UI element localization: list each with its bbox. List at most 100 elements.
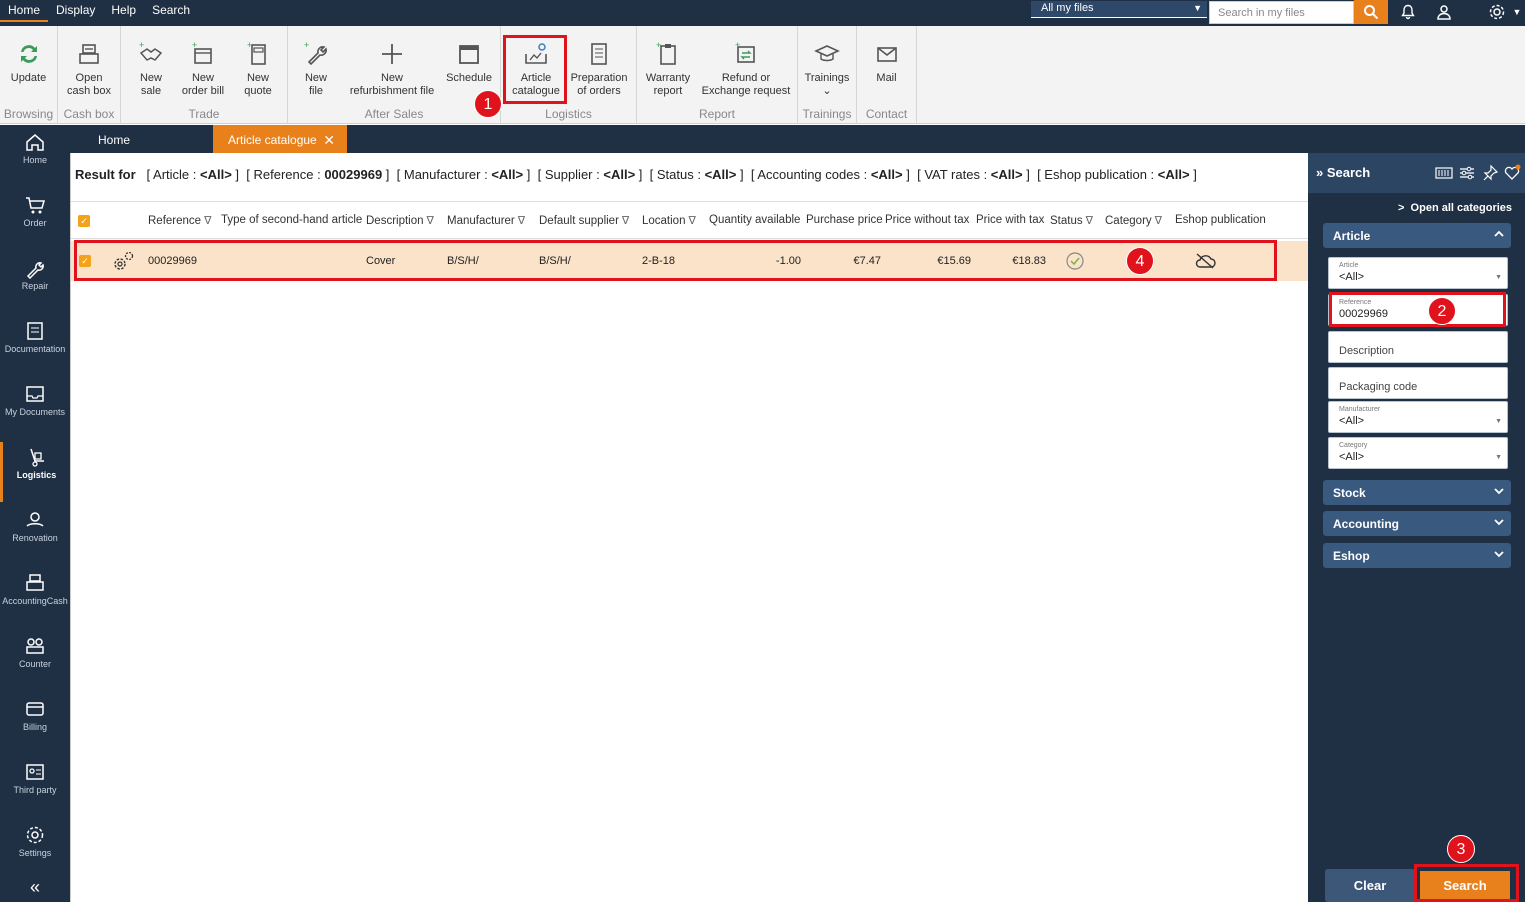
bell-icon[interactable] [1396, 1, 1420, 23]
section-stock[interactable]: Stock [1323, 480, 1511, 505]
group-label-trainings: Trainings [802, 107, 852, 121]
new-order-bill-button[interactable]: + New order bill [179, 40, 227, 98]
search-panel-title[interactable]: » Search [1316, 165, 1370, 180]
nav-logistics[interactable]: Logistics [0, 442, 70, 502]
hand-truck-icon [29, 448, 44, 467]
mail-button[interactable]: Mail [857, 40, 916, 85]
user-icon[interactable] [1432, 1, 1456, 23]
top-search-button[interactable] [1354, 0, 1388, 24]
chevron-down-icon: ▼ [1495, 418, 1502, 425]
close-icon[interactable]: ✕ [323, 125, 335, 155]
main-menu: Home Display Help Search [0, 0, 198, 26]
new-refurbishment-file-button[interactable]: New refurbishment file [346, 40, 438, 98]
column-quantity-available[interactable]: Quantity available [709, 214, 800, 226]
gear-icon[interactable] [1485, 1, 1509, 23]
refund-exchange-button[interactable]: + Refund or Exchange request [701, 40, 791, 98]
preparation-of-orders-button[interactable]: Preparation of orders [569, 40, 629, 98]
nav-third-party[interactable]: Third party [0, 757, 70, 817]
home-icon [26, 134, 44, 151]
column-reference[interactable]: Reference ∇ [148, 214, 211, 227]
new-quote-button[interactable]: + New quote [236, 40, 280, 98]
search-panel: » Search > Open all categories Article A… [1308, 153, 1525, 902]
open-cash-box-button[interactable]: Open cash box [58, 40, 120, 98]
heart-icon[interactable] [1503, 164, 1521, 182]
nav-my-documents[interactable]: My Documents [0, 379, 70, 439]
barcode-icon[interactable] [1435, 164, 1453, 182]
top-search-input[interactable]: Search in my files [1209, 1, 1354, 24]
nav-order[interactable]: Order [0, 190, 70, 250]
column-price-without-tax[interactable]: Price without tax [885, 214, 969, 226]
description-field[interactable]: Description [1328, 331, 1508, 363]
menu-display[interactable]: Display [48, 0, 103, 22]
svg-text:+: + [247, 40, 252, 50]
column-type-second-hand[interactable]: Type of second-hand article [221, 214, 362, 226]
schedule-button[interactable]: Schedule [443, 40, 495, 85]
section-eshop[interactable]: Eshop [1323, 543, 1511, 568]
group-label-trade: Trade [188, 107, 220, 121]
menu-home[interactable]: Home [0, 0, 49, 22]
column-eshop-publication[interactable]: Eshop publication [1175, 214, 1266, 226]
open-all-categories-link[interactable]: > Open all categories [1398, 202, 1512, 214]
clear-button[interactable]: Clear [1325, 869, 1415, 902]
packaging-code-field[interactable]: Packaging code [1328, 367, 1508, 399]
filter-supplier: [ Supplier : <All> ] [537, 167, 643, 182]
section-article[interactable]: Article [1323, 223, 1511, 248]
sliders-icon[interactable] [1458, 164, 1476, 182]
handshake-icon: + [139, 40, 163, 61]
article-select[interactable]: Article <All> ▼ [1328, 257, 1508, 289]
filter-status: [ Status : <All> ] [649, 167, 744, 182]
new-file-button[interactable]: + New file [298, 40, 334, 98]
ribbon-group-report: + Warranty report + Refund or Exchange r… [637, 26, 798, 124]
column-category[interactable]: Category ∇ [1105, 214, 1162, 227]
column-default-supplier[interactable]: Default supplier ∇ [539, 214, 629, 227]
highlight-search-button [1414, 864, 1519, 902]
category-select[interactable]: Category <All> ▼ [1328, 437, 1508, 469]
search-icon [1364, 5, 1379, 20]
nav-home[interactable]: Home [0, 127, 70, 187]
warranty-report-button[interactable]: + Warranty report [643, 40, 693, 98]
filter-icon: ∇ [1085, 215, 1093, 227]
search-scope-value: All my files [1041, 2, 1094, 14]
chevron-down-icon: ▼ [1495, 274, 1502, 281]
nav-repair[interactable]: Repair [0, 253, 70, 313]
select-all-checkbox[interactable]: ✓ [78, 215, 90, 227]
filter-icon: ∇ [1154, 215, 1163, 227]
tab-home[interactable]: Home [98, 125, 130, 153]
section-accounting[interactable]: Accounting [1323, 511, 1511, 536]
menu-search[interactable]: Search [144, 0, 198, 22]
new-sale-button[interactable]: + New sale [131, 40, 171, 98]
group-label-browsing: Browsing [3, 107, 54, 121]
exchange-icon: + [735, 40, 755, 63]
nav-documentation[interactable]: Documentation [0, 316, 70, 376]
wrench-icon [26, 262, 44, 279]
filter-eshop-publication: [ Eshop publication : <All> ] [1037, 167, 1197, 182]
left-navigation: Home Order Repair Documentation My Docum… [0, 125, 70, 902]
cart-icon [26, 197, 45, 214]
column-manufacturer[interactable]: Manufacturer ∇ [447, 214, 525, 227]
pin-icon[interactable] [1481, 164, 1499, 182]
top-menu-bar: Home Display Help Search All my files ▼ … [0, 0, 1525, 26]
trainings-button[interactable]: Trainings ⌄ [798, 40, 856, 98]
column-purchase-price[interactable]: Purchase price [806, 214, 883, 226]
manufacturer-select[interactable]: Manufacturer <All> ▼ [1328, 401, 1508, 433]
nav-billing[interactable]: Billing [0, 694, 70, 754]
column-description[interactable]: Description ∇ [366, 214, 434, 227]
collapse-sidebar-icon[interactable]: « [24, 877, 46, 899]
column-location[interactable]: Location ∇ [642, 214, 696, 227]
nav-renovation[interactable]: Renovation [0, 505, 70, 565]
menu-help[interactable]: Help [103, 0, 144, 22]
step-badge-2: 2 [1428, 297, 1456, 325]
update-button[interactable]: Update [0, 40, 57, 85]
nav-accounting-cash[interactable]: AccountingCash [0, 568, 70, 628]
tab-article-catalogue[interactable]: Article catalogue ✕ [213, 125, 347, 153]
search-scope-select[interactable]: All my files ▼ [1031, 1, 1207, 18]
nav-settings[interactable]: Settings [0, 820, 70, 880]
nav-counter[interactable]: Counter [0, 631, 70, 691]
column-price-with-tax[interactable]: Price with tax [976, 214, 1044, 226]
renovation-icon [26, 512, 44, 527]
step-badge-4: 4 [1126, 247, 1154, 275]
column-status[interactable]: Status ∇ [1050, 214, 1093, 227]
filter-reference: [ Reference : 00029969 ] [246, 167, 390, 182]
article-catalogue-results: Result for [ Article : <All> ] [ Referen… [70, 153, 1309, 902]
chevron-down-icon[interactable]: ▼ [1510, 1, 1524, 23]
